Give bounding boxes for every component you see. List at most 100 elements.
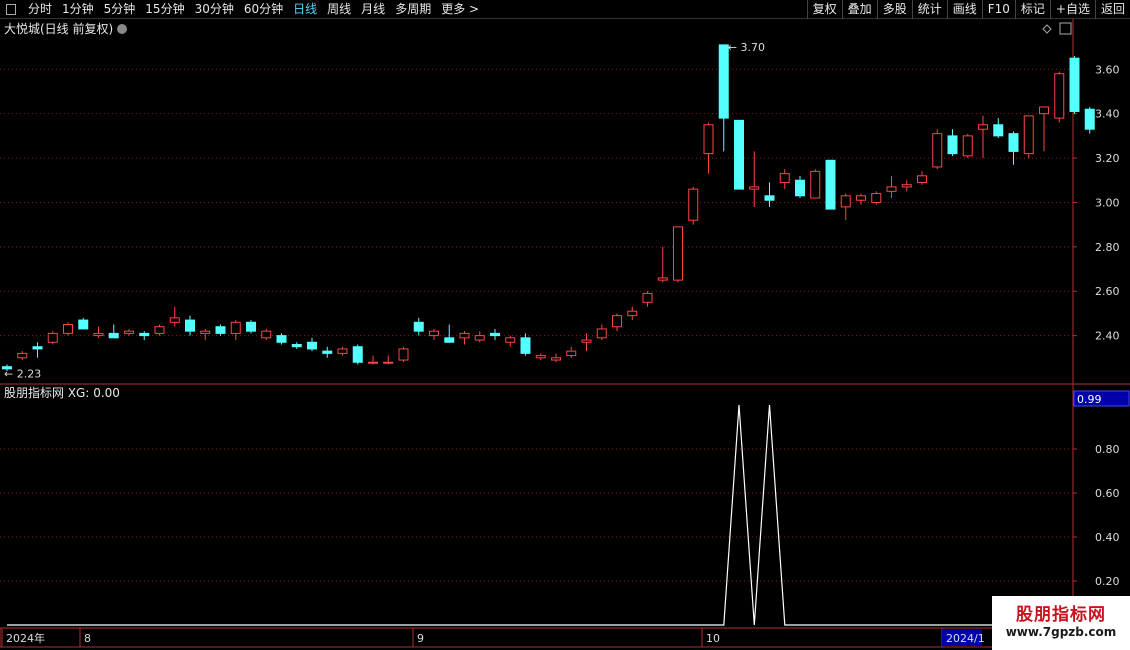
period-tab-9[interactable]: 多周期 [390, 0, 436, 19]
price-tick-label: 3.60 [1095, 63, 1120, 76]
candle-body [673, 226, 683, 281]
indicator-tick-label: 0.40 [1095, 531, 1120, 544]
candle-body [490, 332, 500, 337]
candle-body [1008, 133, 1019, 152]
candle-body [63, 324, 73, 334]
toolbar-button-0[interactable]: 复权 [806, 0, 842, 19]
panel-toggle-icon[interactable] [6, 4, 16, 15]
candle-body [413, 321, 424, 332]
indicator-tick-label: 0.80 [1095, 443, 1120, 456]
candle-body [246, 321, 256, 332]
toolbar-button-8[interactable]: 返回 [1094, 0, 1130, 19]
candle-body [871, 193, 882, 203]
candle-body [749, 186, 760, 190]
candle-body [596, 328, 607, 339]
candle-body [718, 44, 729, 119]
candle-body [901, 184, 912, 188]
indicator-tick-label: 0.20 [1095, 575, 1120, 588]
candle-body [810, 170, 821, 199]
price-tick-label: 2.80 [1095, 241, 1120, 254]
toolbar-buttons: 复权 叠加 多股 统计 画线 F10 标记 +自选 返回 [806, 0, 1130, 19]
candle-body [978, 124, 988, 130]
period-tab-3[interactable]: 15分钟 [140, 0, 189, 19]
toolbar-button-4[interactable]: 画线 [946, 0, 982, 19]
period-tab-6[interactable]: 日线 [288, 0, 322, 19]
toolbar-button-1[interactable]: 叠加 [841, 0, 877, 19]
candle-body [337, 348, 348, 354]
candle-body [185, 319, 195, 332]
high-price-label: ← 3.70 [728, 41, 765, 54]
title-dropdown-icon[interactable] [117, 24, 127, 34]
candle-body [124, 330, 134, 334]
main-pane-title: 大悦城(日线 前复权) [4, 21, 113, 36]
watermark-url: www.7gpzb.com [1005, 625, 1117, 639]
candle-body [429, 330, 439, 337]
toolbar-button-7[interactable]: +自选 [1049, 0, 1095, 19]
candle-body [291, 343, 302, 348]
watermark: 股朋指标网 www.7gpzb.com [992, 596, 1130, 650]
candle-body [1069, 57, 1080, 112]
candle-body [642, 292, 653, 303]
candle-body [459, 332, 470, 339]
watermark-title: 股朋指标网 [1016, 605, 1106, 625]
candle-body [139, 332, 150, 337]
diamond-icon[interactable] [1042, 24, 1052, 34]
candle-body [47, 332, 58, 343]
toolbar-button-3[interactable]: 统计 [911, 0, 947, 19]
candle-body [993, 124, 1004, 137]
period-tab-7[interactable]: 周线 [322, 0, 356, 19]
period-tab-0[interactable]: 分时 [23, 0, 57, 19]
candle-body [886, 186, 897, 192]
candle-body [535, 355, 546, 359]
candle-body [276, 335, 287, 343]
period-tab-8[interactable]: 月线 [356, 0, 390, 19]
candle-body [688, 188, 699, 221]
candle-body [474, 335, 485, 341]
date-label: 2024/1 [946, 632, 985, 645]
candle-body [78, 319, 89, 330]
candle-body [520, 337, 531, 354]
toolbar-button-5[interactable]: F10 [981, 0, 1015, 19]
period-tab-1[interactable]: 1分钟 [57, 0, 99, 19]
candle-body [32, 346, 43, 350]
candle-body [932, 133, 943, 168]
candle-body [444, 337, 455, 343]
candle-body [703, 124, 714, 155]
candle-body [917, 175, 927, 183]
candle-body [169, 317, 180, 323]
price-tick-label: 3.20 [1095, 152, 1120, 165]
candle-body [962, 135, 973, 157]
candle-body [93, 332, 104, 337]
window-toggle-icon[interactable] [1059, 22, 1072, 35]
toolbar-button-6[interactable]: 标记 [1014, 0, 1050, 19]
candle-body [398, 348, 409, 361]
candle-body [261, 330, 272, 339]
period-selector: 分时 1分钟 5分钟 15分钟 30分钟 60分钟 日线 周线 月线 多周期 更多 > [0, 0, 484, 19]
candle-body [368, 361, 378, 364]
current-value-label: 0.99 [1077, 393, 1102, 406]
indicator-pane-title: 股朋指标网 XG: 0.00 [4, 385, 120, 400]
price-tick-label: 3.40 [1095, 108, 1120, 121]
period-tab-10[interactable]: 更多 > [436, 0, 484, 19]
candle-body [947, 135, 958, 155]
candle-body [383, 361, 394, 364]
candle-body [230, 321, 241, 334]
candle-body [1054, 73, 1065, 119]
period-toolbar: 分时 1分钟 5分钟 15分钟 30分钟 60分钟 日线 周线 月线 多周期 更多 > 复权 叠加 多股… [0, 0, 1130, 19]
date-label: 9 [417, 632, 424, 645]
date-label: 8 [84, 632, 91, 645]
period-tab-5[interactable]: 60分钟 [239, 0, 288, 19]
price-tick-label: 2.60 [1095, 285, 1120, 298]
price-tick-label: 3.00 [1095, 196, 1120, 209]
candle-body [825, 159, 836, 210]
period-tab-2[interactable]: 5分钟 [99, 0, 141, 19]
candle-body [1023, 115, 1034, 155]
candle-body [764, 195, 775, 201]
candle-body [581, 339, 592, 343]
candle-body [200, 330, 211, 334]
candle-body [322, 350, 333, 354]
period-tab-4[interactable]: 30分钟 [190, 0, 239, 19]
toolbar-button-2[interactable]: 多股 [876, 0, 912, 19]
candle-body [840, 195, 851, 208]
stock-chart: 3.60 3.40 3.20 3.00 2.80 2.60 2.40 ← 3.70 ← 2.23… [0, 19, 1130, 648]
